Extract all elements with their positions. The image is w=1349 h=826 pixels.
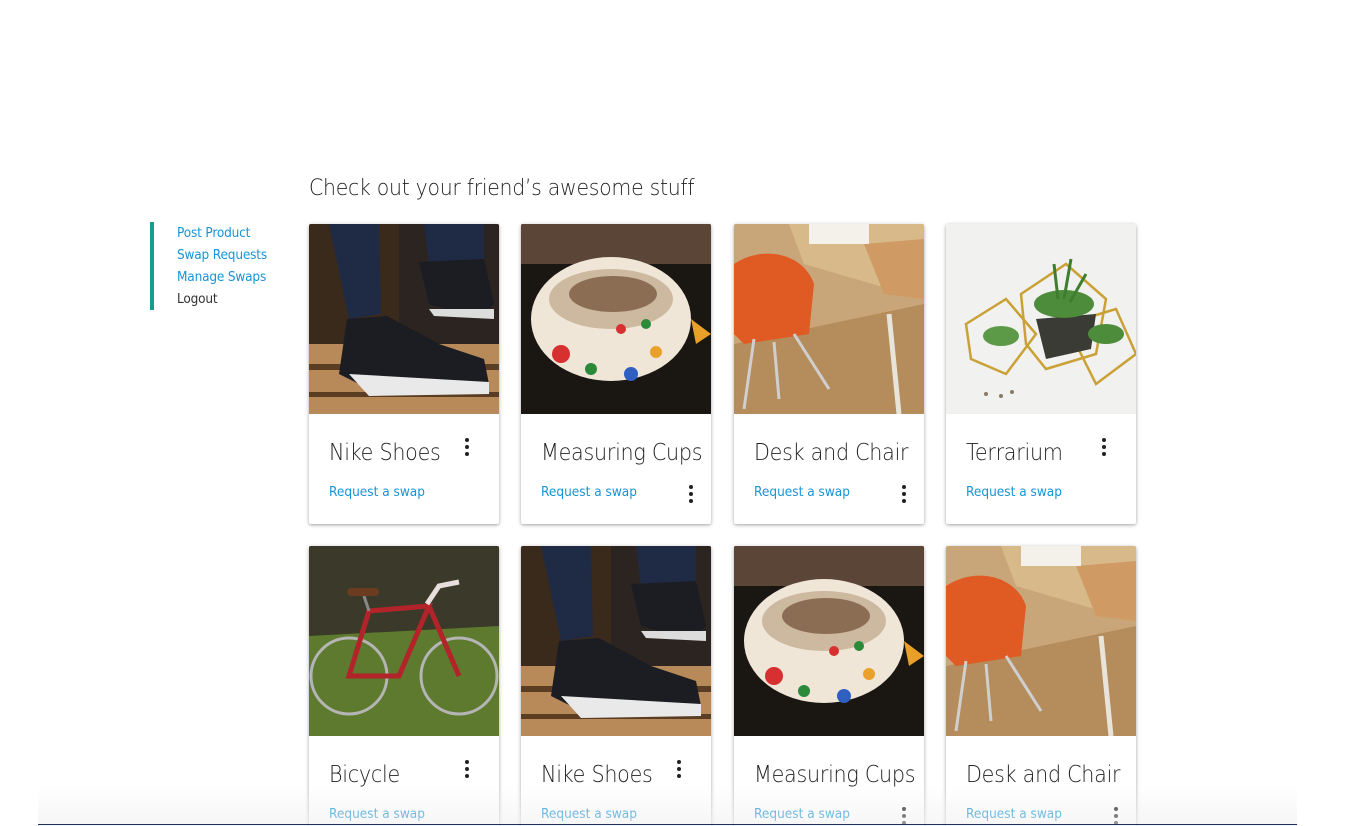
product-card: Measuring Cups Request a swap	[734, 546, 924, 826]
product-card: Desk and Chair Request a swap	[946, 546, 1136, 826]
request-swap-link[interactable]: Request a swap	[754, 806, 850, 822]
product-card: Terrarium Request a swap	[946, 224, 1136, 524]
nike-shoes-photo	[309, 224, 499, 414]
card-title: Desk and Chair	[966, 762, 1121, 788]
request-swap-link[interactable]: Request a swap	[541, 484, 637, 500]
more-vert-icon[interactable]	[1108, 806, 1124, 826]
footer-divider	[38, 824, 1297, 825]
more-vert-icon[interactable]	[671, 759, 687, 779]
more-vert-icon[interactable]	[683, 484, 699, 504]
sidebar-nav: Post Product Swap Requests Manage Swaps …	[150, 222, 280, 310]
more-vert-icon[interactable]	[1096, 437, 1112, 457]
nike-shoes-photo	[521, 546, 711, 736]
request-swap-link[interactable]: Request a swap	[541, 806, 637, 822]
product-card: Desk and Chair Request a swap	[734, 224, 924, 524]
card-title: Nike Shoes	[541, 762, 653, 788]
page-title: Check out your friend’s awesome stuff	[309, 176, 695, 201]
desk-chair-photo	[946, 546, 1136, 736]
measuring-cups-photo	[521, 224, 711, 414]
sidebar-item-manage-swaps[interactable]: Manage Swaps	[177, 266, 270, 288]
card-title: Desk and Chair	[754, 440, 909, 466]
card-title: Measuring Cups	[541, 440, 703, 466]
request-swap-link[interactable]: Request a swap	[329, 484, 425, 500]
measuring-cups-photo	[734, 546, 924, 736]
more-vert-icon[interactable]	[896, 806, 912, 826]
terrarium-photo	[946, 224, 1136, 414]
product-card: Measuring Cups Request a swap	[521, 224, 711, 524]
card-title: Terrarium	[966, 440, 1063, 466]
sidebar-item-swap-requests[interactable]: Swap Requests	[177, 244, 270, 266]
request-swap-link[interactable]: Request a swap	[329, 806, 425, 822]
more-vert-icon[interactable]	[896, 484, 912, 504]
request-swap-link[interactable]: Request a swap	[966, 806, 1062, 822]
product-card: Nike Shoes Request a swap	[309, 224, 499, 524]
card-title: Bicycle	[329, 762, 400, 788]
product-card: Nike Shoes Request a swap	[521, 546, 711, 826]
card-title: Measuring Cups	[754, 762, 916, 788]
desk-chair-photo	[734, 224, 924, 414]
more-vert-icon[interactable]	[459, 759, 475, 779]
product-card: Bicycle Request a swap	[309, 546, 499, 826]
request-swap-link[interactable]: Request a swap	[754, 484, 850, 500]
bicycle-photo	[309, 546, 499, 736]
sidebar-item-post-product[interactable]: Post Product	[177, 222, 270, 244]
sidebar-item-logout[interactable]: Logout	[177, 288, 270, 310]
more-vert-icon[interactable]	[459, 437, 475, 457]
request-swap-link[interactable]: Request a swap	[966, 484, 1062, 500]
card-title: Nike Shoes	[329, 440, 441, 466]
